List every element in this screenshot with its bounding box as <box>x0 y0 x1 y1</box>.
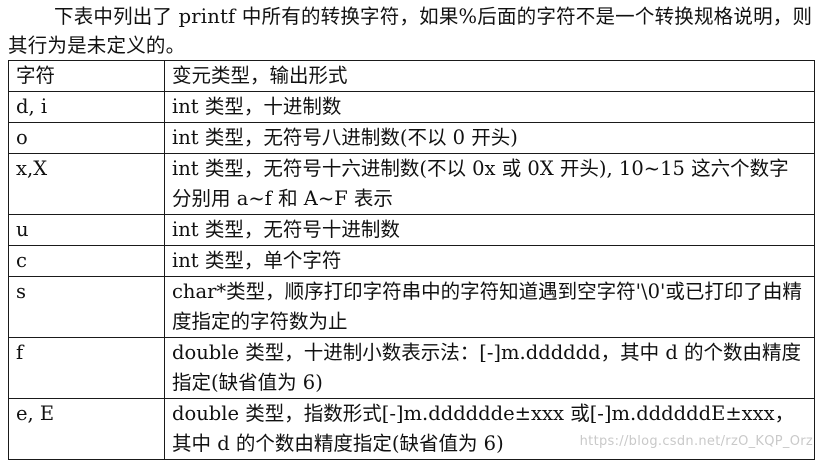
char-cell: d, i <box>8 91 165 123</box>
desc-cell: int 类型，无符号十六进制数(不以 0x 或 0X 开头), 10~15 这六… <box>164 153 815 215</box>
desc-cell: int 类型，单个字符 <box>164 245 815 277</box>
char-cell: e, E <box>8 398 165 460</box>
watermark: https://blog.csdn.net/rzO_KQP_Orz <box>579 434 813 449</box>
table-row: c int 类型，单个字符 <box>8 245 815 277</box>
table-row: s char*类型，顺序打印字符串中的字符知道遇到空字符'\0'或已打印了由精度… <box>8 276 815 338</box>
table-row: d, i int 类型，十进制数 <box>8 91 815 123</box>
table-header-row: 字符 变元类型，输出形式 <box>8 60 815 92</box>
char-cell: o <box>8 122 165 154</box>
table-row: x,X int 类型，无符号十六进制数(不以 0x 或 0X 开头), 10~1… <box>8 153 815 215</box>
char-cell: s <box>8 276 165 338</box>
conversion-table: 字符 变元类型，输出形式 d, i int 类型，十进制数 o int 类型，无… <box>8 60 815 460</box>
char-cell: f <box>8 337 165 399</box>
header-char-cell: 字符 <box>8 60 165 92</box>
desc-cell: int 类型，无符号八进制数(不以 0 开头) <box>164 122 815 154</box>
desc-cell: double 类型，十进制小数表示法：[-]m.dddddd，其中 d 的个数由… <box>164 337 815 399</box>
desc-cell: int 类型，十进制数 <box>164 91 815 123</box>
table-row: e, E double 类型，指数形式[-]m.dddddde±xxx 或[-]… <box>8 398 815 460</box>
table-row: f double 类型，十进制小数表示法：[-]m.dddddd，其中 d 的个… <box>8 337 815 399</box>
header-type-cell: 变元类型，输出形式 <box>164 60 815 92</box>
desc-cell: int 类型，无符号十进制数 <box>164 214 815 246</box>
desc-cell: char*类型，顺序打印字符串中的字符知道遇到空字符'\0'或已打印了由精度指定… <box>164 276 815 338</box>
table-row: u int 类型，无符号十进制数 <box>8 214 815 246</box>
intro-paragraph: 下表中列出了 printf 中所有的转换字符，如果%后面的字符不是一个转换规格说… <box>8 5 813 57</box>
table-row: o int 类型，无符号八进制数(不以 0 开头) <box>8 122 815 154</box>
desc-cell: double 类型，指数形式[-]m.dddddde±xxx 或[-]m.ddd… <box>164 398 815 460</box>
char-cell: c <box>8 245 165 277</box>
char-cell: u <box>8 214 165 246</box>
char-cell: x,X <box>8 153 165 215</box>
